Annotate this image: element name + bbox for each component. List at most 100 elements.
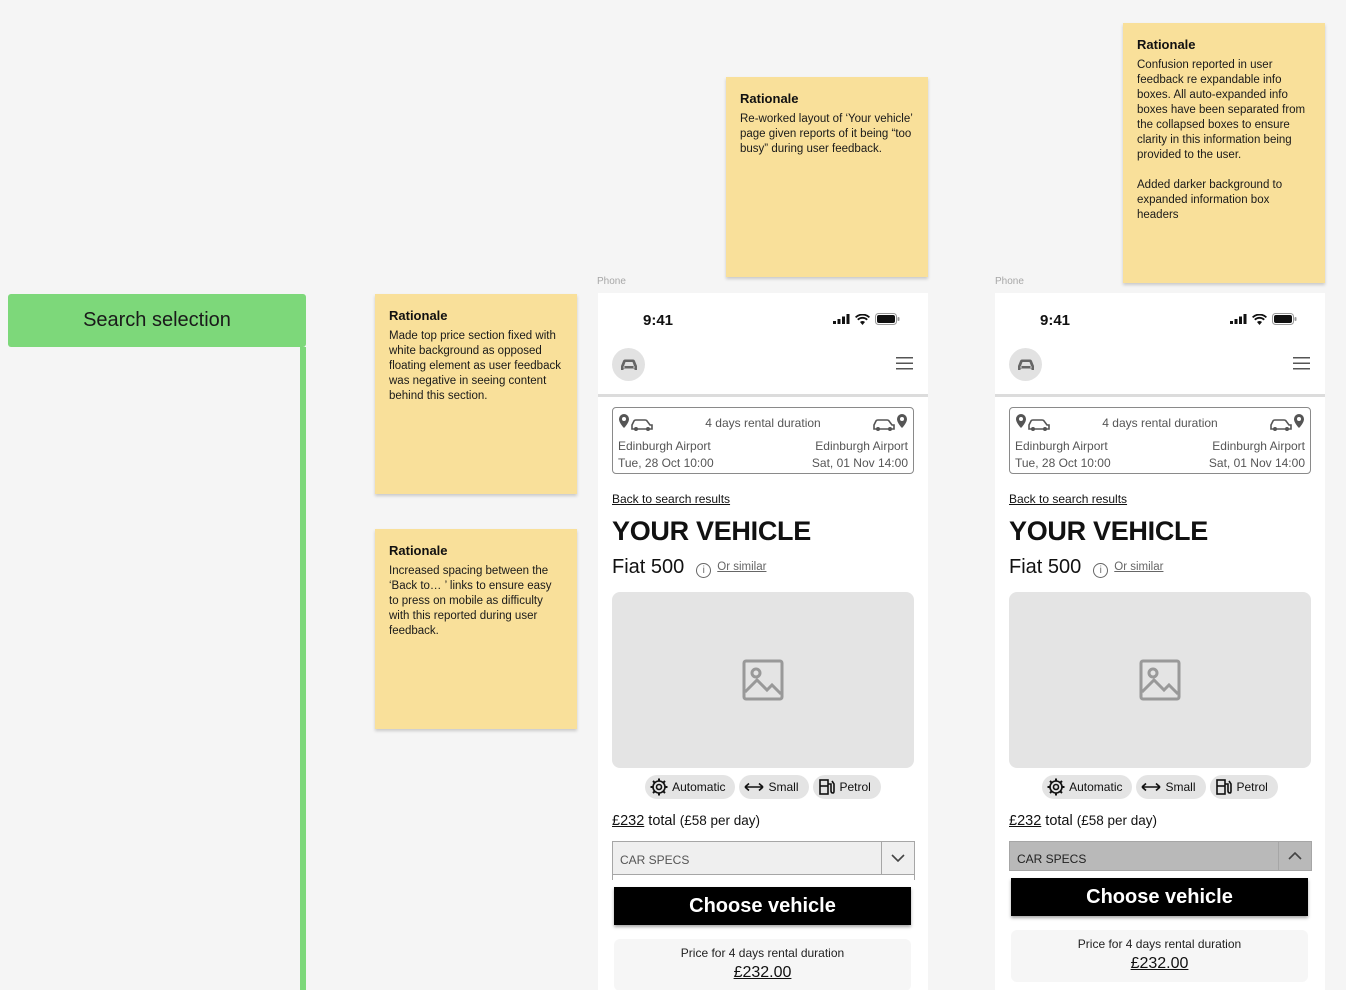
- dropoff-location: Edinburgh Airport: [1212, 439, 1305, 453]
- size-arrows-icon: [1141, 782, 1162, 792]
- dropoff-location-car-icon: [873, 414, 907, 431]
- feature-chips: Automatic Small Petrol: [598, 775, 928, 799]
- note-text: Confusion reported in user feedback re e…: [1137, 59, 1306, 221]
- signal-icon: [1230, 314, 1247, 324]
- price-card-value: £232.00: [733, 964, 792, 981]
- pickup-location: Edinburgh Airport: [618, 439, 711, 453]
- dropoff-date: Sat, 01 Nov 14:00: [811, 456, 908, 470]
- vehicle-model: Fiat 500: [612, 556, 685, 578]
- pickup-location: Edinburgh Airport: [1015, 439, 1108, 453]
- note-title: Rationale: [740, 91, 799, 106]
- price-total: £232: [612, 813, 645, 829]
- feature-chip: Petrol: [1209, 775, 1278, 799]
- price-summary: £232 total (£58 per day): [1009, 813, 1157, 829]
- or-similar-link[interactable]: Or similar: [717, 561, 766, 573]
- note-text: Re-worked layout of ‘Your vehicle’ page …: [740, 113, 913, 155]
- price-card-title: Price for 4 days rental duration: [680, 946, 845, 960]
- back-to-search-link[interactable]: Back to search results: [612, 492, 730, 506]
- or-similar-link[interactable]: Or similar: [1114, 561, 1163, 573]
- feature-label: Petrol: [1236, 780, 1268, 794]
- feature-chip: Small: [739, 775, 809, 799]
- phone-frame-label: Phone: [995, 276, 1024, 287]
- battery-icon: [1272, 313, 1297, 325]
- price-card-value: £232.00: [1130, 955, 1189, 972]
- rental-duration: 4 days rental duration: [705, 416, 821, 430]
- chevron-down-icon[interactable]: [881, 842, 914, 874]
- info-icon[interactable]: i: [1093, 563, 1109, 578]
- page-title: YOUR VEHICLE: [1009, 516, 1208, 546]
- feature-chip: Automatic: [1042, 775, 1133, 799]
- choose-vehicle-button[interactable]: Choose vehicle: [614, 887, 911, 925]
- battery-icon: [875, 313, 900, 325]
- feature-chip: Petrol: [812, 775, 881, 799]
- accordion-body-edge: [612, 875, 915, 880]
- car-specs-label: CAR SPECS: [1017, 852, 1087, 866]
- price-per-day: (£58 per day): [1076, 813, 1158, 828]
- vehicle-model: Fiat 500: [1009, 556, 1082, 578]
- app-header: [598, 345, 928, 397]
- status-icons: [833, 313, 900, 325]
- car-specs-accordion[interactable]: CAR SPECS: [1009, 841, 1312, 871]
- choose-vehicle-button[interactable]: Choose vehicle: [1011, 878, 1308, 916]
- price-total: £232: [1009, 813, 1042, 829]
- hamburger-menu-icon[interactable]: [896, 357, 913, 370]
- hamburger-menu-icon[interactable]: [1293, 357, 1310, 370]
- app-header: [995, 345, 1325, 397]
- gear-icon: [650, 778, 668, 796]
- dropoff-location-car-icon: [1270, 414, 1304, 431]
- chevron-up-icon[interactable]: [1278, 842, 1311, 870]
- note-title: Rationale: [389, 543, 448, 558]
- note-text: Increased spacing between the ‘Back to… …: [389, 565, 552, 637]
- price-card: Price for 4 days rental duration £232.00: [614, 939, 911, 990]
- price-summary: £232 total (£58 per day): [612, 813, 760, 829]
- price-total-word: total: [1045, 813, 1073, 829]
- trip-summary-card[interactable]: 4 days rental duration Edinburgh Airport…: [1009, 407, 1311, 474]
- price-per-day: (£58 per day): [679, 813, 761, 828]
- phone-frame: 9:41 4 days rental duration Edinburgh Ai…: [598, 293, 928, 990]
- vehicle-image-placeholder: [1009, 592, 1311, 768]
- sticky-note[interactable]: Rationale Made top price section fixed w…: [375, 294, 577, 494]
- section-label: Search selection: [8, 294, 306, 347]
- feature-chips: Automatic Small Petrol: [995, 775, 1325, 799]
- status-time: 9:41: [643, 312, 674, 329]
- status-bar: 9:41: [995, 293, 1325, 345]
- trip-summary-card[interactable]: 4 days rental duration Edinburgh Airport…: [612, 407, 914, 474]
- status-bar: 9:41: [598, 293, 928, 345]
- car-logo-icon[interactable]: [612, 348, 645, 381]
- car-specs-accordion[interactable]: CAR SPECS: [612, 841, 915, 875]
- vehicle-image-placeholder: [612, 592, 914, 768]
- feature-label: Small: [1165, 780, 1196, 794]
- sticky-note[interactable]: Rationale Increased spacing between the …: [375, 529, 577, 729]
- phone-frame: 9:41 4 days rental duration Edinburgh Ai…: [995, 293, 1325, 990]
- feature-label: Automatic: [1069, 780, 1123, 794]
- sticky-note[interactable]: Rationale Re-worked layout of ‘Your vehi…: [726, 77, 928, 277]
- size-arrows-icon: [744, 782, 765, 792]
- pickup-date: Tue, 28 Oct 10:00: [618, 456, 714, 470]
- sticky-note[interactable]: Rationale Confusion reported in user fee…: [1123, 23, 1325, 283]
- feature-label: Small: [768, 780, 799, 794]
- feature-chip: Automatic: [645, 775, 736, 799]
- price-card: Price for 4 days rental duration £232.00: [1011, 930, 1308, 982]
- gear-icon: [1047, 778, 1065, 796]
- back-to-search-link[interactable]: Back to search results: [1009, 492, 1127, 506]
- dropoff-date: Sat, 01 Nov 14:00: [1208, 456, 1305, 470]
- feature-chip: Small: [1136, 775, 1206, 799]
- pickup-date: Tue, 28 Oct 10:00: [1015, 456, 1111, 470]
- image-placeholder-icon: [1139, 659, 1181, 701]
- phone-frame-label: Phone: [597, 276, 626, 287]
- vehicle-model-row: Fiat 500 i Or similar: [1009, 556, 1163, 579]
- signal-icon: [833, 314, 850, 324]
- status-time: 9:41: [1040, 312, 1071, 329]
- page-title: YOUR VEHICLE: [612, 516, 811, 546]
- wifi-icon: [1252, 313, 1267, 325]
- fuel-pump-icon: [818, 779, 835, 795]
- feature-label: Automatic: [672, 780, 726, 794]
- fuel-pump-icon: [1215, 779, 1232, 795]
- car-logo-icon[interactable]: [1009, 348, 1042, 381]
- image-placeholder-icon: [742, 659, 784, 701]
- info-icon[interactable]: i: [696, 563, 712, 578]
- wifi-icon: [855, 313, 870, 325]
- dropoff-location: Edinburgh Airport: [815, 439, 908, 453]
- status-icons: [1230, 313, 1297, 325]
- note-text: Made top price section fixed with white …: [389, 330, 561, 402]
